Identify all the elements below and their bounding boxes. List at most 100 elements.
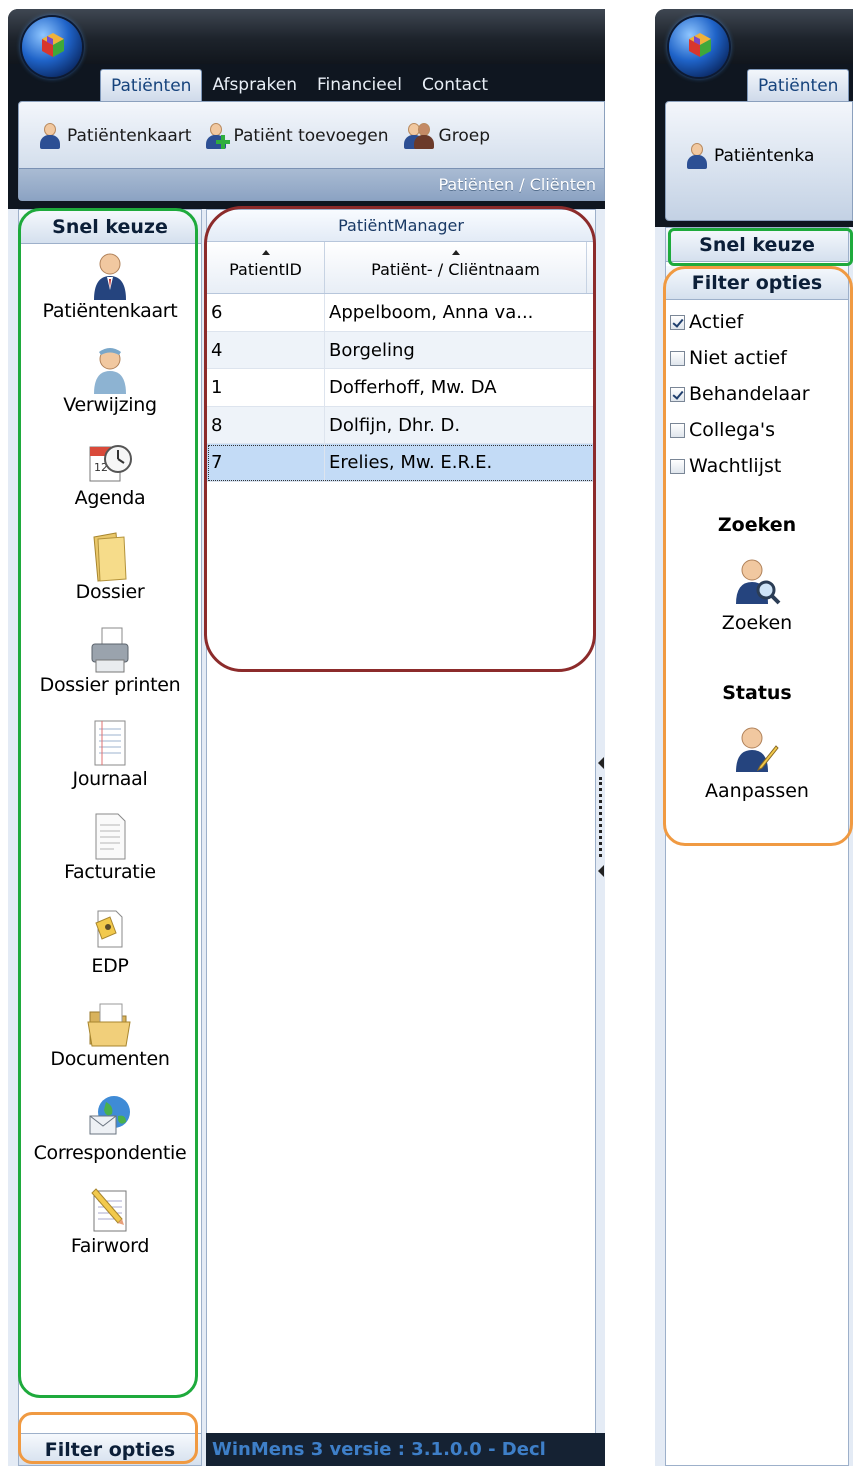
table-row[interactable]: 1 Dofferhoff, Mw. DA: [207, 369, 595, 407]
filter-opties-header[interactable]: Filter opties: [666, 266, 848, 300]
filter-window: Patiënten Patiëntenka Snel keuze Filter …: [655, 9, 853, 1466]
checkbox-label: Niet actief: [689, 347, 787, 369]
status-section-title: Status: [722, 682, 792, 704]
column-header-naam[interactable]: Patiënt- / Cliëntnaam: [325, 242, 587, 293]
tab-afspraken[interactable]: Afspraken: [202, 69, 307, 101]
filter-behandelaar-checkbox[interactable]: Behandelaar: [666, 376, 848, 412]
collapse-arrow-icon[interactable]: [598, 757, 604, 769]
add-patient-icon: [203, 122, 231, 150]
grid-body: 6 Appelboom, Anna va... 4 Borgeling 1 Do…: [207, 294, 595, 482]
nav-item-agenda[interactable]: 12 Agenda: [19, 437, 201, 529]
filter-actief-checkbox[interactable]: Actief: [666, 304, 848, 340]
patientenkaart-ribbon-button[interactable]: Patiëntenkaart: [37, 122, 191, 150]
table-row[interactable]: 4 Borgeling: [207, 331, 595, 369]
application-orb-button[interactable]: [669, 17, 729, 77]
filter-wachtlijst-checkbox[interactable]: Wachtlijst: [666, 448, 848, 484]
nav-item-label: Facturatie: [64, 861, 156, 883]
checkbox-checked-icon[interactable]: [670, 386, 685, 402]
checkbox-checked-icon[interactable]: [670, 314, 685, 330]
nav-item-label: EDP: [91, 954, 129, 977]
nav-item-verwijzing[interactable]: Verwijzing: [19, 344, 201, 436]
nav-item-label: Fairword: [70, 1235, 150, 1257]
edit-person-icon: [732, 724, 782, 776]
patient-icon: [37, 122, 63, 150]
patient-card-icon: [86, 250, 134, 302]
filter-opties-bar[interactable]: Filter opties: [18, 1433, 202, 1466]
cube-logo-icon: [689, 33, 711, 57]
nav-item-fairword[interactable]: Fairword: [19, 1185, 201, 1277]
checkbox-unchecked-icon[interactable]: [670, 422, 685, 438]
tab-patienten[interactable]: Patiënten: [747, 69, 850, 101]
nav-item-label: Patiëntenkaart: [42, 300, 178, 322]
cell-naam: Borgeling: [329, 339, 415, 361]
nav-item-label: Correspondentie: [33, 1141, 187, 1164]
tab-financieel[interactable]: Financieel: [307, 69, 412, 101]
checkbox-label: Wachtlijst: [689, 455, 782, 477]
cell-naam: Erelies, Mw. E.R.E.: [329, 452, 493, 473]
groep-ribbon-button[interactable]: Groep: [401, 122, 490, 150]
folder-icon: [86, 531, 134, 583]
notepad-pencil-icon: [86, 1185, 134, 1237]
groep-ribbon-label: Groep: [438, 126, 490, 146]
checkbox-unchecked-icon[interactable]: [670, 458, 685, 474]
checkbox-label: Collega's: [689, 419, 775, 441]
nav-item-label: Verwijzing: [63, 393, 157, 416]
cell-patientid: 6: [207, 294, 325, 331]
nav-item-journaal[interactable]: Journaal: [19, 718, 201, 810]
nav-item-documenten[interactable]: Documenten: [19, 998, 201, 1090]
aanpassen-button[interactable]: Aanpassen: [666, 724, 848, 830]
panel-splitter[interactable]: [598, 757, 605, 877]
nav-item-facturatie[interactable]: Facturatie: [19, 811, 201, 903]
patientenkaart-ribbon-label: Patiëntenka: [714, 146, 815, 166]
zoeken-button-label: Zoeken: [721, 612, 793, 634]
cell-patientid: 7: [207, 444, 325, 481]
tab-contact[interactable]: Contact: [412, 69, 498, 101]
table-row[interactable]: 8 Dolfijn, Dhr. D.: [207, 406, 595, 444]
snel-keuze-header[interactable]: Snel keuze: [666, 228, 848, 262]
tab-patienten[interactable]: Patiënten: [100, 69, 203, 101]
filter-niet-actief-checkbox[interactable]: Niet actief: [666, 340, 848, 376]
globe-mail-icon: [86, 1092, 134, 1144]
filter-collegas-checkbox[interactable]: Collega's: [666, 412, 848, 448]
nav-item-correspondentie[interactable]: Correspondentie: [19, 1092, 201, 1184]
ribbon-panel: Patiëntenka: [665, 101, 853, 221]
ribbon-tabs: Patiënten Afspraken Financieel Contact: [100, 69, 498, 103]
filter-pane: Snel keuze Filter opties Actief Niet act…: [665, 227, 849, 1466]
cell-patientid: 8: [207, 406, 325, 443]
collapse-arrow-icon[interactable]: [598, 865, 604, 877]
nav-item-label: Dossier printen: [39, 674, 181, 696]
nav-item-label: Journaal: [72, 767, 148, 790]
nav-item-patientenkaart[interactable]: Patiëntenkaart: [19, 250, 201, 342]
ribbon-panel: Patiëntenkaart Patiënt toevoegen Groep P…: [18, 101, 605, 201]
zoeken-section-title: Zoeken: [717, 514, 797, 536]
patient-manager-grid: PatiëntManager PatientID Patiënt- / Clië…: [206, 209, 596, 1465]
nav-item-edp[interactable]: EDP: [19, 905, 201, 997]
cell-patientid: 1: [207, 369, 325, 406]
column-header-patientid[interactable]: PatientID: [207, 242, 325, 293]
patientenkaart-ribbon-label: Patiëntenkaart: [67, 126, 192, 146]
application-orb-button[interactable]: [22, 17, 82, 77]
table-row[interactable]: 6 Appelboom, Anna va...: [207, 294, 595, 332]
content-area: Snel keuze Patiëntenkaart Verwijzing 12 …: [8, 209, 605, 1466]
nurse-icon: [86, 344, 134, 396]
patient-toevoegen-ribbon-button[interactable]: Patiënt toevoegen: [203, 122, 389, 150]
cell-patientid: 4: [207, 331, 325, 368]
grid-title: PatiëntManager: [207, 210, 595, 242]
nav-item-label: Documenten: [50, 1048, 170, 1070]
main-window: Patiënten Afspraken Financieel Contact P…: [8, 9, 605, 1466]
nav-item-dossier[interactable]: Dossier: [19, 531, 201, 623]
nav-item-label: Agenda: [74, 487, 146, 509]
patientenkaart-ribbon-button[interactable]: Patiëntenka: [684, 142, 814, 170]
title-bar: [8, 9, 605, 64]
checkbox-label: Behandelaar: [689, 383, 810, 405]
journal-icon: [86, 718, 134, 770]
open-folder-icon: [86, 998, 134, 1050]
zoeken-button[interactable]: Zoeken: [666, 556, 848, 662]
snel-keuze-header[interactable]: Snel keuze: [19, 210, 201, 244]
nav-item-label: Dossier: [75, 580, 145, 603]
table-row-selected[interactable]: 7 Erelies, Mw. E.R.E.: [207, 444, 595, 482]
cube-logo-icon: [42, 33, 64, 57]
nav-item-dossier-printen[interactable]: Dossier printen: [19, 624, 201, 716]
snel-keuze-pane: Snel keuze Patiëntenkaart Verwijzing 12 …: [18, 209, 202, 1451]
checkbox-unchecked-icon[interactable]: [670, 350, 685, 366]
